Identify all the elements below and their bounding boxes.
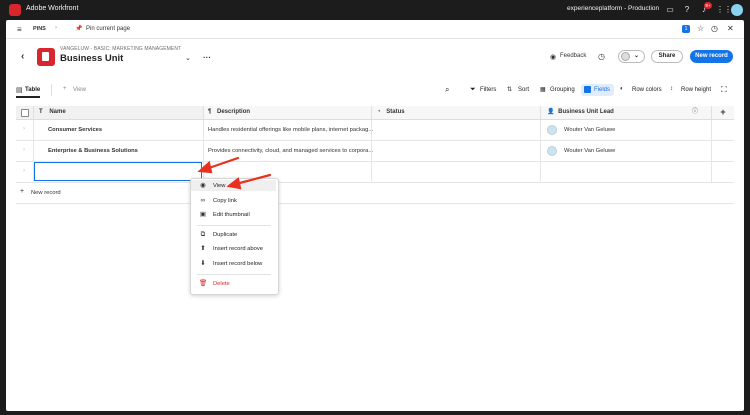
annotation-arrow bbox=[234, 173, 272, 186]
annotation-arrows bbox=[197, 156, 272, 190]
annotation-arrowhead bbox=[197, 160, 213, 174]
annotation-arrowhead bbox=[226, 177, 242, 190]
